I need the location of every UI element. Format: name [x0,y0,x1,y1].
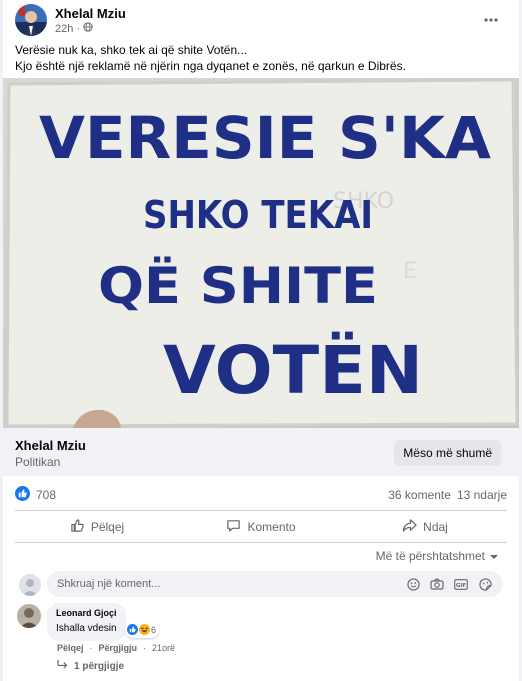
comment-count[interactable]: 36 komente [388,488,451,502]
post-actions: Pëlqej Komento Ndaj [15,513,507,541]
comment-text: Ishalla vdesin [56,623,117,634]
share-button[interactable]: Ndaj [343,513,507,541]
comment-composer[interactable]: GIF [47,571,503,597]
post-author-name[interactable]: Xhelal Mziu [55,6,126,21]
page-category: Politikan [15,455,61,469]
comment-actions: Pëlqej · Përgjigju · 21orë [57,643,176,653]
replies-count: 1 përgjigje [74,660,125,672]
comment-time[interactable]: 21orë [152,643,175,653]
divider [15,510,507,511]
post-text: Verësie nuk ka, shko tek ai që shite Vot… [15,42,507,74]
post-text-line: Kjo është një reklamë në njërin nga dyqa… [15,59,406,73]
share-arrow-icon [402,518,417,536]
comment-like-link[interactable]: Pëlqej [57,643,84,653]
svg-text:E: E [403,259,417,284]
share-count[interactable]: 13 ndarje [457,488,507,502]
thumbs-up-icon [70,518,85,536]
commenter-avatar[interactable] [17,604,41,628]
comment-bubble: Leonard Gjoçi Ishalla vdesin [47,603,126,641]
reply-arrow-icon [57,660,68,672]
like-label: Pëlqej [90,520,125,534]
reactions-summary: 708 36 komente 13 ndarje [15,486,507,504]
post-time[interactable]: 22h [55,23,73,35]
current-user-avatar[interactable] [19,574,41,596]
emoji-icon[interactable] [405,576,421,592]
share-label: Ndaj [423,520,448,534]
like-reaction-icon[interactable] [15,486,30,504]
post-meta: 22h · [55,22,93,35]
comment-reaction-count: 6 [151,625,157,635]
more-options-icon[interactable] [479,8,503,32]
svg-text:GIF: GIF [456,583,467,589]
view-replies-link[interactable]: 1 përgjigje [57,660,124,672]
learn-more-button[interactable]: Mëso më shumë [394,440,501,466]
photo-line-3: QË SHITE [98,257,378,315]
comment-button[interactable]: Komento [179,513,343,541]
like-reaction-icon [127,623,138,637]
gif-icon[interactable]: GIF [453,576,469,592]
author-avatar[interactable] [15,4,47,36]
photo-line-1: VERESIE S'KA [39,104,491,172]
post-card: Xhelal Mziu 22h · Verësie nuk ka, shko t… [3,0,519,681]
photo-line-2: SHKO TEKAI [143,193,373,237]
comment-input[interactable] [57,578,397,590]
reaction-count[interactable]: 708 [36,488,56,502]
like-button[interactable]: Pëlqej [15,513,179,541]
post-photo[interactable]: SHKO E VERESIE S'KA SHKO TEKAI QË SHITE … [3,78,519,428]
page-info-strip[interactable]: Xhelal Mziu Politikan Mëso më shumë [3,428,519,476]
page-name[interactable]: Xhelal Mziu [15,438,86,453]
comment-reactions[interactable]: 6 [125,622,160,638]
divider [15,542,507,543]
sticker-icon[interactable] [477,576,493,592]
comment-bubble-icon [226,518,241,536]
globe-icon [83,22,93,35]
photo-line-4: VOTËN [163,332,423,409]
comment-label: Komento [247,520,296,534]
comment-reply-link[interactable]: Përgjigju [99,643,138,653]
camera-icon[interactable] [429,576,445,592]
commenter-name[interactable]: Leonard Gjoçi [56,607,117,619]
sort-label: Më të përshtatshmet [375,549,485,563]
caret-down-icon [489,549,499,563]
comment-sort-dropdown[interactable]: Më të përshtatshmet [376,549,499,563]
haha-reaction-icon [139,623,150,637]
post-text-line: Verësie nuk ka, shko tek ai që shite Vot… [15,43,248,57]
